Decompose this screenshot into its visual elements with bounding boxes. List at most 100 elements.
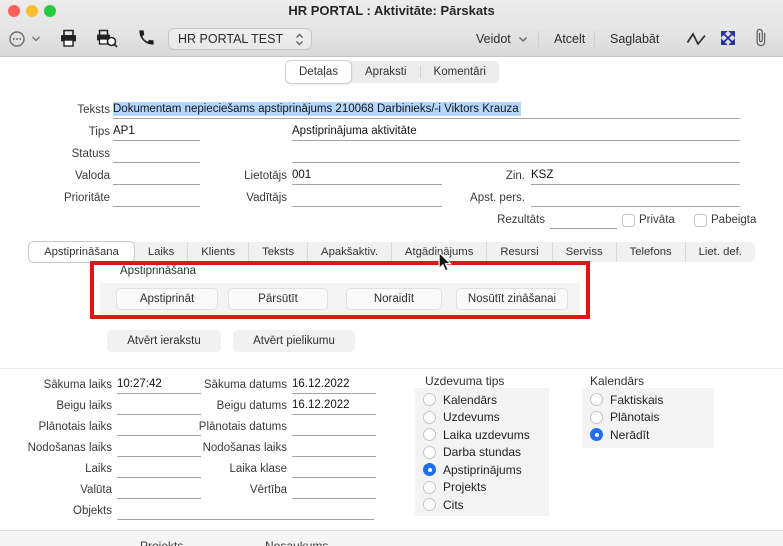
tab-apraksti[interactable]: Apraksti bbox=[352, 61, 420, 83]
sakuma-laiks-value: 10:27:42 bbox=[117, 378, 162, 390]
app-window: HR PORTAL : Aktivitāte: Pārskats bbox=[0, 0, 783, 546]
radio-uzdevums[interactable]: Uzdevums bbox=[415, 409, 549, 427]
tips-field[interactable]: AP1 bbox=[113, 123, 200, 141]
planotais-datums-label: Plānotais datums bbox=[175, 419, 287, 436]
expand-button[interactable] bbox=[719, 29, 737, 47]
laiks-label: Laiks bbox=[0, 461, 112, 478]
nodosanas-laiks2-field[interactable] bbox=[292, 439, 376, 457]
vertiba-label: Vērtība bbox=[175, 482, 287, 499]
planotais-datums-field[interactable] bbox=[292, 418, 376, 436]
tab-teksts[interactable]: Teksts bbox=[248, 242, 307, 262]
next-section-band: Projekts Nosaukums bbox=[0, 530, 783, 546]
tab-resursi[interactable]: Resursi bbox=[486, 242, 551, 262]
sakuma-laiks-label: Sākuma laiks bbox=[0, 377, 112, 394]
vaditajs-field[interactable] bbox=[292, 189, 442, 207]
beigu-datums-field[interactable]: 16.12.2022 bbox=[292, 397, 376, 415]
planotais-laiks-label: Plānotais laiks bbox=[0, 419, 112, 436]
radio-kalendars[interactable]: Kalendārs bbox=[415, 391, 549, 409]
radio-icon bbox=[423, 411, 436, 424]
laika-klase-field[interactable] bbox=[292, 460, 376, 478]
vertiba-field[interactable] bbox=[292, 481, 376, 499]
radio-icon bbox=[590, 393, 603, 406]
phone-icon bbox=[137, 28, 156, 47]
ellipsis-circle-icon bbox=[8, 29, 28, 49]
tab-klients[interactable]: Klients bbox=[187, 242, 248, 262]
objekts-label: Objekts bbox=[0, 503, 112, 520]
radio-faktiskais[interactable]: Faktiskais bbox=[582, 391, 714, 409]
nodosanas-laiks2-label: Nodošanas laiks bbox=[175, 440, 287, 457]
projekts-label: Projekts bbox=[140, 538, 220, 546]
tips-label: Tips bbox=[0, 124, 110, 141]
beigu-datums-label: Beigu datums bbox=[175, 398, 287, 415]
radio-label: Cits bbox=[443, 498, 464, 512]
rezultats-label: Rezultāts bbox=[445, 212, 545, 229]
rezultats-field[interactable] bbox=[550, 211, 617, 229]
radio-projekts[interactable]: Projekts bbox=[415, 479, 549, 497]
record-selector-popup[interactable]: HR PORTAL TEST bbox=[168, 28, 312, 50]
zin-field[interactable]: KSZ bbox=[531, 167, 740, 185]
radio-label: Nerādīt bbox=[610, 428, 649, 442]
radio-neradit[interactable]: Nerādīt bbox=[582, 426, 714, 444]
section-tabs: Apstiprināšana Laiks Klients Teksts Apak… bbox=[28, 242, 755, 262]
pulse-button[interactable] bbox=[686, 30, 708, 46]
phone-button[interactable] bbox=[137, 28, 156, 47]
laika-klase-label: Laika klase bbox=[175, 461, 287, 478]
tab-apaksaktiv[interactable]: Apakšaktiv. bbox=[307, 242, 391, 262]
radio-label: Apstiprinājums bbox=[443, 463, 522, 477]
radio-apstiprinajums[interactable]: Apstiprinājums bbox=[415, 461, 549, 479]
tab-liet-def[interactable]: Liet. def. bbox=[685, 242, 755, 262]
actions-menu-button[interactable] bbox=[8, 29, 41, 49]
radio-cits[interactable]: Cits bbox=[415, 496, 549, 514]
window-title: HR PORTAL : Aktivitāte: Pārskats bbox=[0, 3, 783, 18]
radio-selected-icon bbox=[423, 463, 436, 476]
paperclip-icon bbox=[751, 28, 770, 47]
veidot-menu-button[interactable]: Veidot bbox=[466, 28, 538, 50]
privata-checkbox[interactable] bbox=[622, 214, 635, 227]
atcelt-button[interactable]: Atcelt bbox=[544, 28, 595, 50]
nosaukums-label: Nosaukums bbox=[265, 538, 355, 546]
tab-detalas[interactable]: Detaļas bbox=[285, 60, 352, 84]
tab-telefons[interactable]: Telefons bbox=[616, 242, 685, 262]
pabeigta-checkbox[interactable] bbox=[694, 214, 707, 227]
sakuma-datums-field[interactable]: 16.12.2022 bbox=[292, 376, 376, 394]
apst-pers-label: Apst. pers. bbox=[425, 190, 525, 207]
apst-pers-field[interactable] bbox=[531, 189, 740, 207]
tab-komentari[interactable]: Komentāri bbox=[421, 61, 499, 83]
radio-planotais[interactable]: Plānotais bbox=[582, 409, 714, 427]
objekts-field[interactable] bbox=[117, 502, 374, 520]
tab-laiks[interactable]: Laiks bbox=[135, 242, 187, 262]
radio-label: Faktiskais bbox=[610, 393, 663, 407]
atvert-ierakstu-button[interactable]: Atvērt ierakstu bbox=[107, 330, 221, 352]
radio-darba-stundas[interactable]: Darba stundas bbox=[415, 444, 549, 462]
attachment-button[interactable] bbox=[751, 28, 770, 47]
section-divider bbox=[0, 368, 783, 369]
saglabat-button[interactable]: Saglabāt bbox=[600, 28, 669, 50]
lietotajs-field[interactable]: 001 bbox=[292, 167, 442, 185]
printer-icon bbox=[58, 29, 79, 48]
tips-value: AP1 bbox=[113, 125, 135, 137]
veidot-label: Veidot bbox=[476, 32, 511, 46]
record-selector-label: HR PORTAL TEST bbox=[178, 32, 283, 46]
toolbar-divider bbox=[594, 31, 595, 47]
statuss-field[interactable] bbox=[113, 145, 200, 163]
sakuma-datums-label: Sākuma datums bbox=[175, 377, 287, 394]
privata-label: Privāta bbox=[639, 212, 699, 229]
teksts-value: Dokumentam nepieciešams apstiprinājums 2… bbox=[113, 102, 521, 116]
valoda-label: Valoda bbox=[0, 168, 110, 185]
radio-icon bbox=[423, 481, 436, 494]
print-preview-button[interactable] bbox=[94, 29, 119, 49]
statuss-desc-field[interactable] bbox=[292, 145, 740, 163]
print-button[interactable] bbox=[58, 29, 79, 48]
radio-laika-uzdevums[interactable]: Laika uzdevums bbox=[415, 426, 549, 444]
atvert-pielikumu-button[interactable]: Atvērt pielikumu bbox=[233, 330, 355, 352]
tips-desc-field[interactable]: Apstiprinājuma aktivitāte bbox=[292, 123, 740, 141]
statuss-label: Statuss bbox=[0, 146, 110, 163]
tab-serviss[interactable]: Serviss bbox=[552, 242, 616, 262]
radio-label: Darba stundas bbox=[443, 445, 521, 459]
lietotajs-label: Lietotājs bbox=[180, 168, 287, 185]
toolbar-divider bbox=[538, 31, 539, 47]
kalendars-group: Faktiskais Plānotais Nerādīt bbox=[582, 388, 714, 448]
tab-apstiprinasana[interactable]: Apstiprināšana bbox=[28, 241, 135, 263]
expand-arrows-icon bbox=[719, 29, 737, 47]
teksts-field[interactable]: Dokumentam nepieciešams apstiprinājums 2… bbox=[113, 101, 740, 119]
